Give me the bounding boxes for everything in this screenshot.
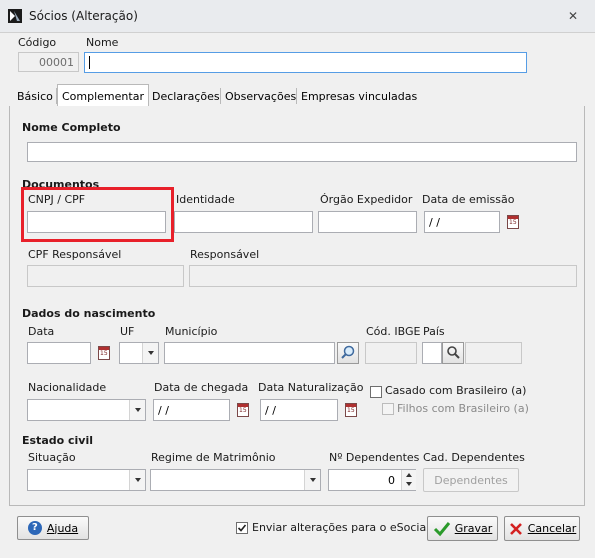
calendar-icon[interactable] xyxy=(237,403,249,417)
casado-checkbox[interactable] xyxy=(370,386,382,398)
nome-label: Nome xyxy=(86,36,119,49)
calendar-icon[interactable] xyxy=(98,346,110,360)
tab-declaracoes[interactable]: Declarações xyxy=(148,86,224,106)
data-naturalizacao-label: Data Naturalização xyxy=(258,381,364,394)
tab-complementar[interactable]: Complementar xyxy=(57,84,149,108)
tab-basico[interactable]: Básico xyxy=(13,86,57,106)
data-chegada-field[interactable]: / / xyxy=(153,399,230,421)
filhos-checkbox xyxy=(382,403,394,415)
chevron-down-icon[interactable] xyxy=(129,470,145,490)
data-naturalizacao-field[interactable]: / / xyxy=(260,399,338,421)
pais-label: País xyxy=(423,325,445,338)
tab-observacoes[interactable]: Observações xyxy=(221,86,300,106)
tab-panel xyxy=(9,106,585,506)
dependentes-label: Nº Dependentes xyxy=(329,451,420,464)
nome-completo-field[interactable] xyxy=(27,142,577,162)
cancelar-button[interactable]: Cancelar xyxy=(504,516,580,541)
data-nascimento-field[interactable] xyxy=(27,342,91,364)
casado-label: Casado com Brasileiro (a) xyxy=(385,384,527,397)
app-logo-icon xyxy=(8,9,22,23)
estado-civil-label: Estado civil xyxy=(22,434,94,447)
data-label: Data xyxy=(28,325,55,338)
uf-select[interactable] xyxy=(119,342,159,364)
orgao-expedidor-field[interactable] xyxy=(318,211,417,233)
pais-descricao-field xyxy=(465,342,522,364)
data-chegada-value: / / xyxy=(158,403,169,417)
dependentes-value: 0 xyxy=(388,473,395,487)
orgao-expedidor-label: Órgão Expedidor xyxy=(320,193,413,206)
nome-field[interactable] xyxy=(84,52,527,73)
municipio-field[interactable] xyxy=(164,342,335,364)
cad-dependentes-label: Cad. Dependentes xyxy=(423,451,525,464)
data-chegada-label: Data de chegada xyxy=(154,381,249,394)
cod-ibge-field xyxy=(365,342,417,364)
esocial-checkbox[interactable] xyxy=(236,522,248,534)
text-cursor xyxy=(89,56,90,69)
nacionalidade-label: Nacionalidade xyxy=(28,381,107,394)
search-icon[interactable] xyxy=(442,342,464,364)
calendar-icon[interactable] xyxy=(345,403,357,417)
ajuda-label: Ajuda xyxy=(46,521,79,535)
uf-label: UF xyxy=(120,325,135,338)
ajuda-button[interactable]: ? Ajuda xyxy=(17,516,89,540)
dependentes-button: Dependentes xyxy=(423,468,519,492)
close-icon[interactable]: ✕ xyxy=(568,9,578,23)
esocial-label: Enviar alterações para o eSocial xyxy=(252,521,430,534)
close-icon xyxy=(509,522,522,535)
situacao-label: Situação xyxy=(28,451,76,464)
filhos-label: Filhos com Brasileiro (a) xyxy=(397,402,529,415)
regime-select[interactable] xyxy=(150,469,321,491)
stepper-arrows[interactable] xyxy=(401,470,416,490)
situacao-select[interactable] xyxy=(27,469,146,491)
chevron-up-icon[interactable] xyxy=(406,473,412,477)
chevron-down-icon[interactable] xyxy=(142,343,158,363)
chevron-down-icon[interactable] xyxy=(406,482,412,486)
tab-empresas-vinculadas[interactable]: Empresas vinculadas xyxy=(297,86,421,106)
pais-field[interactable] xyxy=(422,342,442,364)
nacionalidade-select[interactable] xyxy=(27,399,146,421)
responsavel-label: Responsável xyxy=(190,248,260,261)
municipio-label: Município xyxy=(165,325,218,338)
identidade-label: Identidade xyxy=(176,193,235,206)
data-emissao-field[interactable]: / / xyxy=(424,211,500,233)
chevron-down-icon[interactable] xyxy=(304,470,320,490)
regime-label: Regime de Matrimônio xyxy=(151,451,276,464)
codigo-value: 00001 xyxy=(39,55,74,69)
help-icon: ? xyxy=(27,521,42,535)
codigo-field: 00001 xyxy=(18,52,79,72)
cod-ibge-label: Cód. IBGE xyxy=(366,325,421,338)
nascimento-label: Dados do nascimento xyxy=(22,307,156,320)
checkmark-icon xyxy=(237,524,247,532)
gravar-button[interactable]: Gravar xyxy=(427,516,498,541)
window-title: Sócios (Alteração) xyxy=(29,9,138,23)
cpf-responsavel-field xyxy=(27,265,184,287)
codigo-label: Código xyxy=(18,36,57,49)
chevron-down-icon[interactable] xyxy=(129,400,145,420)
cpf-responsavel-label: CPF Responsável xyxy=(28,248,122,261)
search-icon[interactable] xyxy=(337,342,359,364)
nome-completo-label: Nome Completo xyxy=(22,121,121,134)
cnpj-highlight-box xyxy=(21,187,174,242)
cancelar-label: Cancelar xyxy=(527,522,577,535)
check-icon xyxy=(433,521,450,536)
identidade-field[interactable] xyxy=(174,211,313,233)
calendar-icon[interactable] xyxy=(507,215,519,229)
data-emissao-label: Data de emissão xyxy=(422,193,515,206)
data-naturalizacao-value: / / xyxy=(265,403,276,417)
responsavel-field xyxy=(189,265,577,287)
gravar-label: Gravar xyxy=(454,522,493,535)
data-emissao-value: / / xyxy=(429,215,440,229)
